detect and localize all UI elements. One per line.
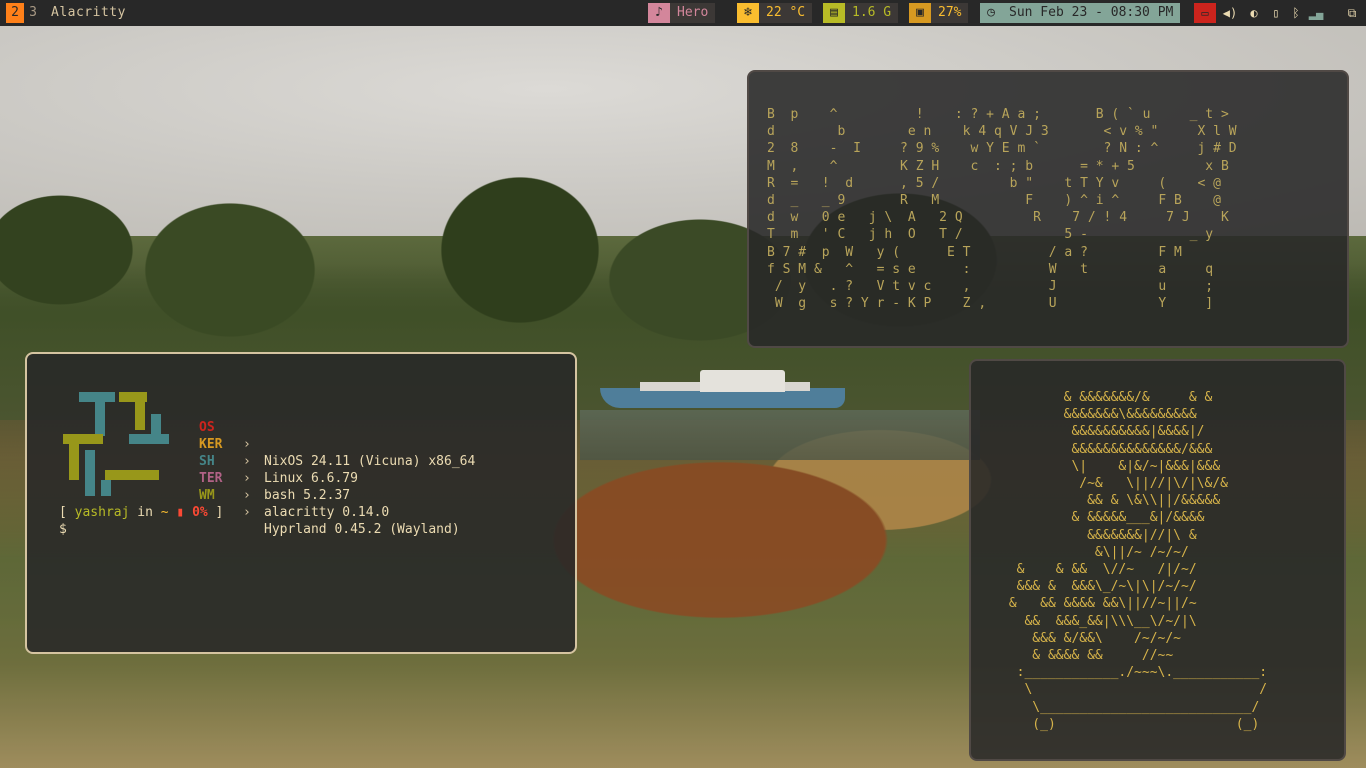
prompt-bracket-close: ] bbox=[207, 505, 224, 520]
workspace-button[interactable]: 3 bbox=[27, 3, 39, 23]
top-bar: 2 3 Alacritty ♪ Hero ❄ 22 °C ▤ 1.6 G ▣ 2… bbox=[0, 0, 1366, 26]
snowflake-icon: ❄ bbox=[737, 3, 759, 23]
memory-module[interactable]: ▤ 1.6 G bbox=[823, 3, 901, 23]
temperature-text: 22 °C bbox=[759, 3, 813, 23]
music-text: Hero bbox=[670, 3, 716, 23]
prompt-directory: ~ bbox=[160, 505, 169, 520]
prompt-in: in bbox=[129, 505, 161, 520]
clock-icon: ◷ bbox=[980, 3, 1002, 23]
nixos-logo-icon bbox=[57, 392, 173, 496]
fastfetch-value: alacritty 0.14.0 bbox=[264, 505, 390, 520]
fastfetch-arrow: › bbox=[243, 437, 251, 452]
fastfetch-key: WM bbox=[199, 488, 215, 503]
cpu-icon: ▣ bbox=[909, 3, 931, 23]
notification-icon[interactable]: ▭ bbox=[1194, 3, 1216, 23]
music-module[interactable]: ♪ Hero bbox=[648, 3, 718, 23]
fastfetch-value: NixOS 24.11 (Vicuna) x86_64 bbox=[264, 454, 476, 469]
fastfetch-row-wm: WM › Hyprland 0.45.2 (Wayland) bbox=[199, 470, 460, 537]
shell-prompt: [ yashraj in ~ ▮ 0% ] $ bbox=[59, 504, 223, 538]
fastfetch-value: bash 5.2.37 bbox=[264, 488, 351, 503]
fastfetch-row-terminal: TER › alacritty 0.14.0 bbox=[199, 453, 389, 520]
brightness-icon[interactable]: ◐ bbox=[1246, 3, 1262, 23]
clock-text: Sun Feb 23 - 08:30 PM bbox=[1002, 3, 1181, 23]
terminal-ascii-art[interactable]: & &&&&&&&/& & & &&&&&&&\&&&&&&&&& &&&&&&… bbox=[969, 359, 1346, 761]
prompt-battery: 0% bbox=[192, 505, 208, 520]
workspace-button-active[interactable]: 2 bbox=[6, 3, 24, 23]
terminal-fastfetch[interactable]: OS › NixOS 24.11 (Vicuna) x86_64 KER › L… bbox=[25, 352, 577, 654]
fastfetch-arrow: › bbox=[243, 488, 251, 503]
memory-icon: ▤ bbox=[823, 3, 845, 23]
cpu-text: 27% bbox=[931, 3, 969, 23]
fastfetch-row-kernel: KER › Linux 6.6.79 bbox=[199, 419, 358, 486]
wallpaper-boat bbox=[600, 370, 845, 408]
fastfetch-arrow: › bbox=[243, 454, 251, 469]
fastfetch-row-shell: SH › bash 5.2.37 bbox=[199, 436, 350, 503]
prompt-symbol[interactable]: $ bbox=[59, 522, 67, 537]
fastfetch-arrow: › bbox=[243, 505, 251, 520]
fastfetch-arrow: › bbox=[243, 471, 251, 486]
wallpaper-water bbox=[580, 410, 980, 460]
clock-module[interactable]: ◷ Sun Feb 23 - 08:30 PM bbox=[980, 3, 1185, 23]
terminal-matrix[interactable]: B p ^ ! : ? + A a ; B ( ` u _ t > d b e … bbox=[747, 70, 1349, 348]
battery-icon[interactable]: ▯ bbox=[1268, 3, 1284, 23]
fastfetch-row-os: OS › NixOS 24.11 (Vicuna) x86_64 bbox=[199, 402, 475, 469]
wifi-icon[interactable]: ▂▄ bbox=[1308, 3, 1324, 23]
bathtub-ascii-art: & &&&&&&&/& & & &&&&&&&\&&&&&&&&& &&&&&&… bbox=[1008, 390, 1268, 732]
cpu-module[interactable]: ▣ 27% bbox=[909, 3, 971, 23]
bluetooth-icon[interactable]: ᛒ bbox=[1288, 3, 1304, 23]
volume-icon[interactable]: ◀) bbox=[1222, 3, 1238, 23]
window-title: Alacritty bbox=[51, 5, 126, 20]
temperature-module[interactable]: ❄ 22 °C bbox=[737, 3, 816, 23]
music-icon: ♪ bbox=[648, 3, 670, 23]
boat-cabin bbox=[700, 370, 785, 392]
battery-icon: ▮ bbox=[176, 505, 185, 520]
matrix-rain-text: B p ^ ! : ? + A a ; B ( ` u _ t > d b e … bbox=[767, 107, 1237, 312]
prompt-user: yashraj bbox=[74, 505, 130, 520]
tray-menu-icon[interactable]: ⧉ bbox=[1344, 3, 1360, 23]
prompt-bracket-open: [ bbox=[59, 505, 75, 520]
fastfetch-value: Linux 6.6.79 bbox=[264, 471, 358, 486]
fastfetch-value: Hyprland 0.45.2 (Wayland) bbox=[264, 522, 460, 537]
memory-text: 1.6 G bbox=[845, 3, 899, 23]
